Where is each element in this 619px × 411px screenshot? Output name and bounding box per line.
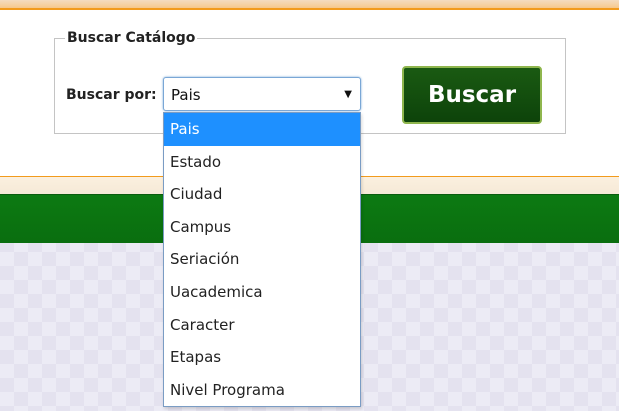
dropdown-option-estado[interactable]: Estado <box>164 146 360 179</box>
dropdown-option-ciudad[interactable]: Ciudad <box>164 178 360 211</box>
search-by-select[interactable]: Pais ▼ <box>163 77 361 111</box>
dropdown-option-uacademica[interactable]: Uacademica <box>164 276 360 309</box>
dropdown-option-nivel-programa[interactable]: Nivel Programa <box>164 374 360 407</box>
select-current-value: Pais <box>171 86 201 104</box>
search-by-dropdown-list: Pais Estado Ciudad Campus Seriación Uaca… <box>163 112 361 407</box>
chevron-down-icon: ▼ <box>344 89 352 100</box>
search-button[interactable]: Buscar <box>402 66 542 124</box>
search-by-label: Buscar por: <box>66 87 157 103</box>
dropdown-option-caracter[interactable]: Caracter <box>164 309 360 342</box>
dropdown-option-campus[interactable]: Campus <box>164 211 360 244</box>
dropdown-option-seriacion[interactable]: Seriación <box>164 243 360 276</box>
search-catalog-legend: Buscar Catálogo <box>65 28 198 48</box>
dropdown-option-etapas[interactable]: Etapas <box>164 341 360 374</box>
dropdown-option-pais[interactable]: Pais <box>164 113 360 146</box>
top-band <box>0 0 619 8</box>
